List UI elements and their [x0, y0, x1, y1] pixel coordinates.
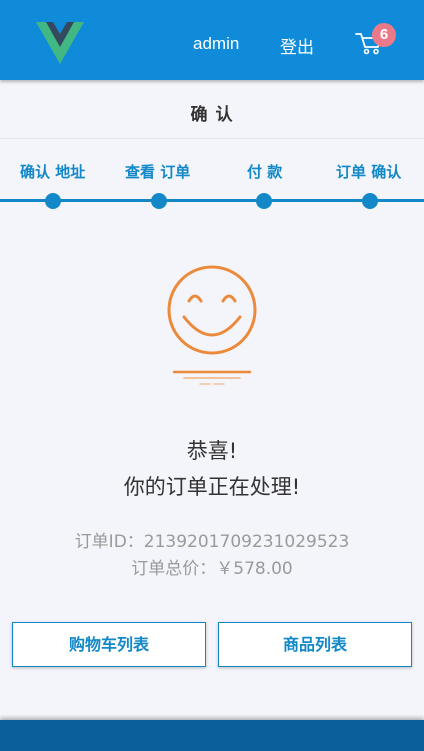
step-progress-line	[0, 199, 424, 202]
step-dot	[362, 193, 378, 209]
logout-link[interactable]: 登出	[280, 33, 314, 58]
order-processing-message: 你的订单正在处理!	[123, 475, 301, 499]
step-dot	[45, 193, 61, 209]
smiley-face-icon	[167, 265, 257, 385]
congrats-message: 恭喜!	[186, 439, 238, 463]
step-label-order-confirm: 订单 确认	[336, 163, 402, 181]
cart-list-button[interactable]: 购物车列表	[12, 622, 206, 667]
username-link[interactable]: admin	[193, 34, 239, 54]
step-label-payment: 付 款	[247, 163, 283, 181]
step-label-confirm-address: 确认 地址	[20, 163, 86, 181]
order-id: 订单ID：2139201709231029523	[74, 532, 350, 552]
step-dot	[151, 193, 167, 209]
goods-list-button[interactable]: 商品列表	[218, 622, 412, 667]
footer-bar	[0, 720, 424, 751]
order-total: 订单总价：￥578.00	[131, 559, 293, 579]
step-dot	[256, 193, 272, 209]
page-title: 确 认	[190, 105, 234, 125]
cart-count-badge: 6	[372, 23, 396, 47]
top-navbar: admin 登出 6	[0, 0, 424, 80]
vue-logo-icon[interactable]	[36, 22, 84, 64]
step-label-view-order: 查看 订单	[125, 163, 191, 181]
page-title-bar: 确 认	[0, 84, 424, 139]
